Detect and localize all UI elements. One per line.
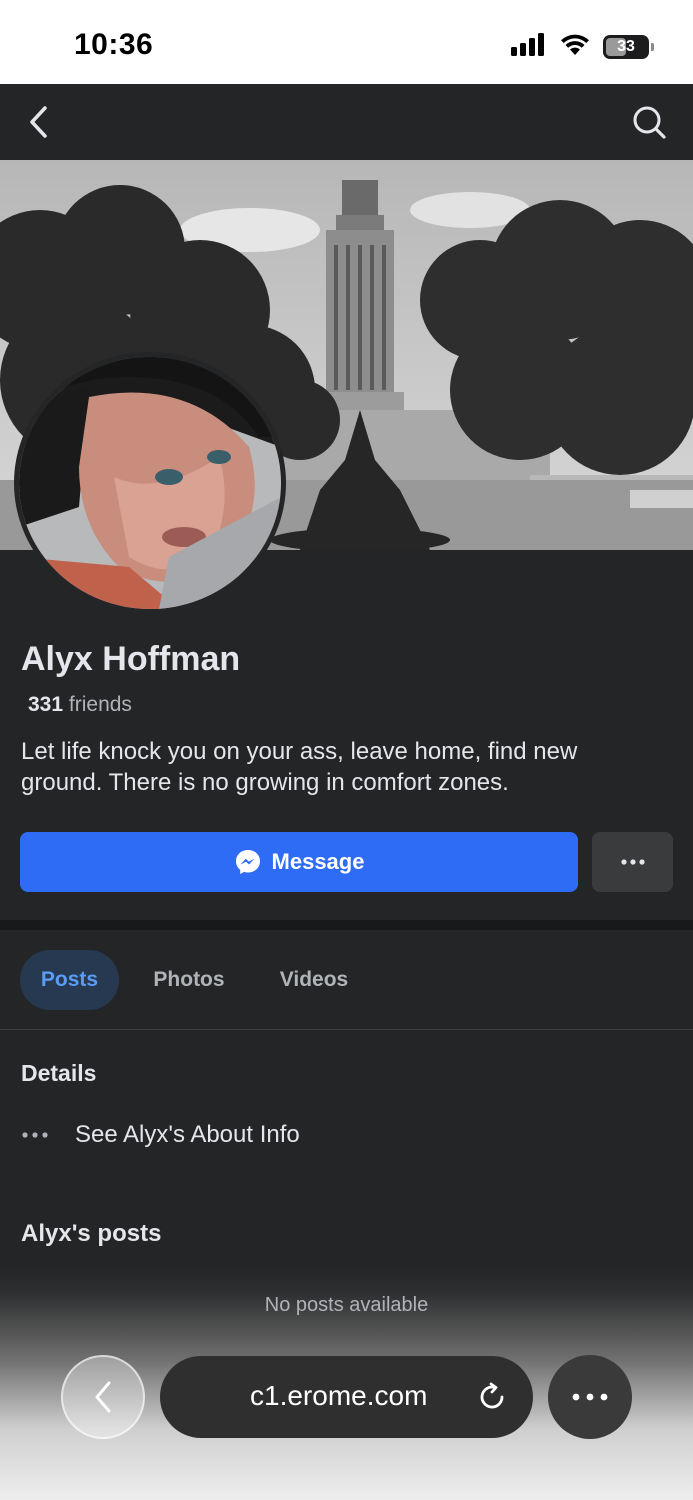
tab-photos[interactable]: Photos <box>138 950 240 1010</box>
more-dots-icon <box>620 859 645 865</box>
status-icons: 33 <box>511 32 654 61</box>
search-icon <box>633 106 666 139</box>
section-divider <box>0 920 693 930</box>
friends-count[interactable]: 331 friends <box>28 693 132 717</box>
about-info-link[interactable]: See Alyx's About Info <box>21 1115 300 1155</box>
more-dots-icon <box>572 1393 608 1401</box>
cellular-signal-icon <box>511 32 547 61</box>
profile-avatar[interactable] <box>14 352 286 614</box>
profile-top-bar <box>0 84 693 160</box>
posts-heading: Alyx's posts <box>21 1220 162 1247</box>
profile-name: Alyx Hoffman <box>21 640 241 678</box>
friends-label: friends <box>68 693 132 716</box>
wifi-icon <box>559 32 591 61</box>
chevron-left-icon <box>95 1381 111 1413</box>
status-time: 10:36 <box>74 28 154 61</box>
battery-icon: 33 <box>603 34 654 59</box>
more-options-button[interactable] <box>592 832 673 892</box>
reload-button[interactable] <box>473 1378 511 1416</box>
friends-number: 331 <box>28 693 64 716</box>
details-heading: Details <box>21 1060 97 1086</box>
more-dots-icon <box>22 1132 48 1138</box>
reload-icon <box>480 1382 504 1409</box>
tab-videos[interactable]: Videos <box>264 950 364 1010</box>
browser-menu-button[interactable] <box>548 1355 632 1439</box>
search-button[interactable] <box>625 98 673 146</box>
status-bar: 10:36 33 <box>0 0 693 84</box>
browser-back-button[interactable] <box>61 1355 145 1439</box>
back-button[interactable] <box>16 98 64 146</box>
profile-tabs: Posts Photos Videos <box>0 930 693 1030</box>
messenger-icon <box>235 850 260 874</box>
message-label: Message <box>271 849 365 874</box>
tab-posts[interactable]: Posts <box>20 950 119 1010</box>
empty-posts-text: No posts available <box>264 1294 429 1316</box>
chevron-left-icon <box>30 106 47 138</box>
battery-level: 33 <box>617 37 635 55</box>
message-button[interactable]: Message <box>20 832 578 892</box>
profile-bio: Let life knock you on your ass, leave ho… <box>21 738 578 796</box>
url-text: c1.erome.com <box>250 1380 428 1411</box>
address-bar[interactable]: c1.erome.com <box>160 1356 533 1438</box>
about-info-label: See Alyx's About Info <box>75 1121 300 1148</box>
